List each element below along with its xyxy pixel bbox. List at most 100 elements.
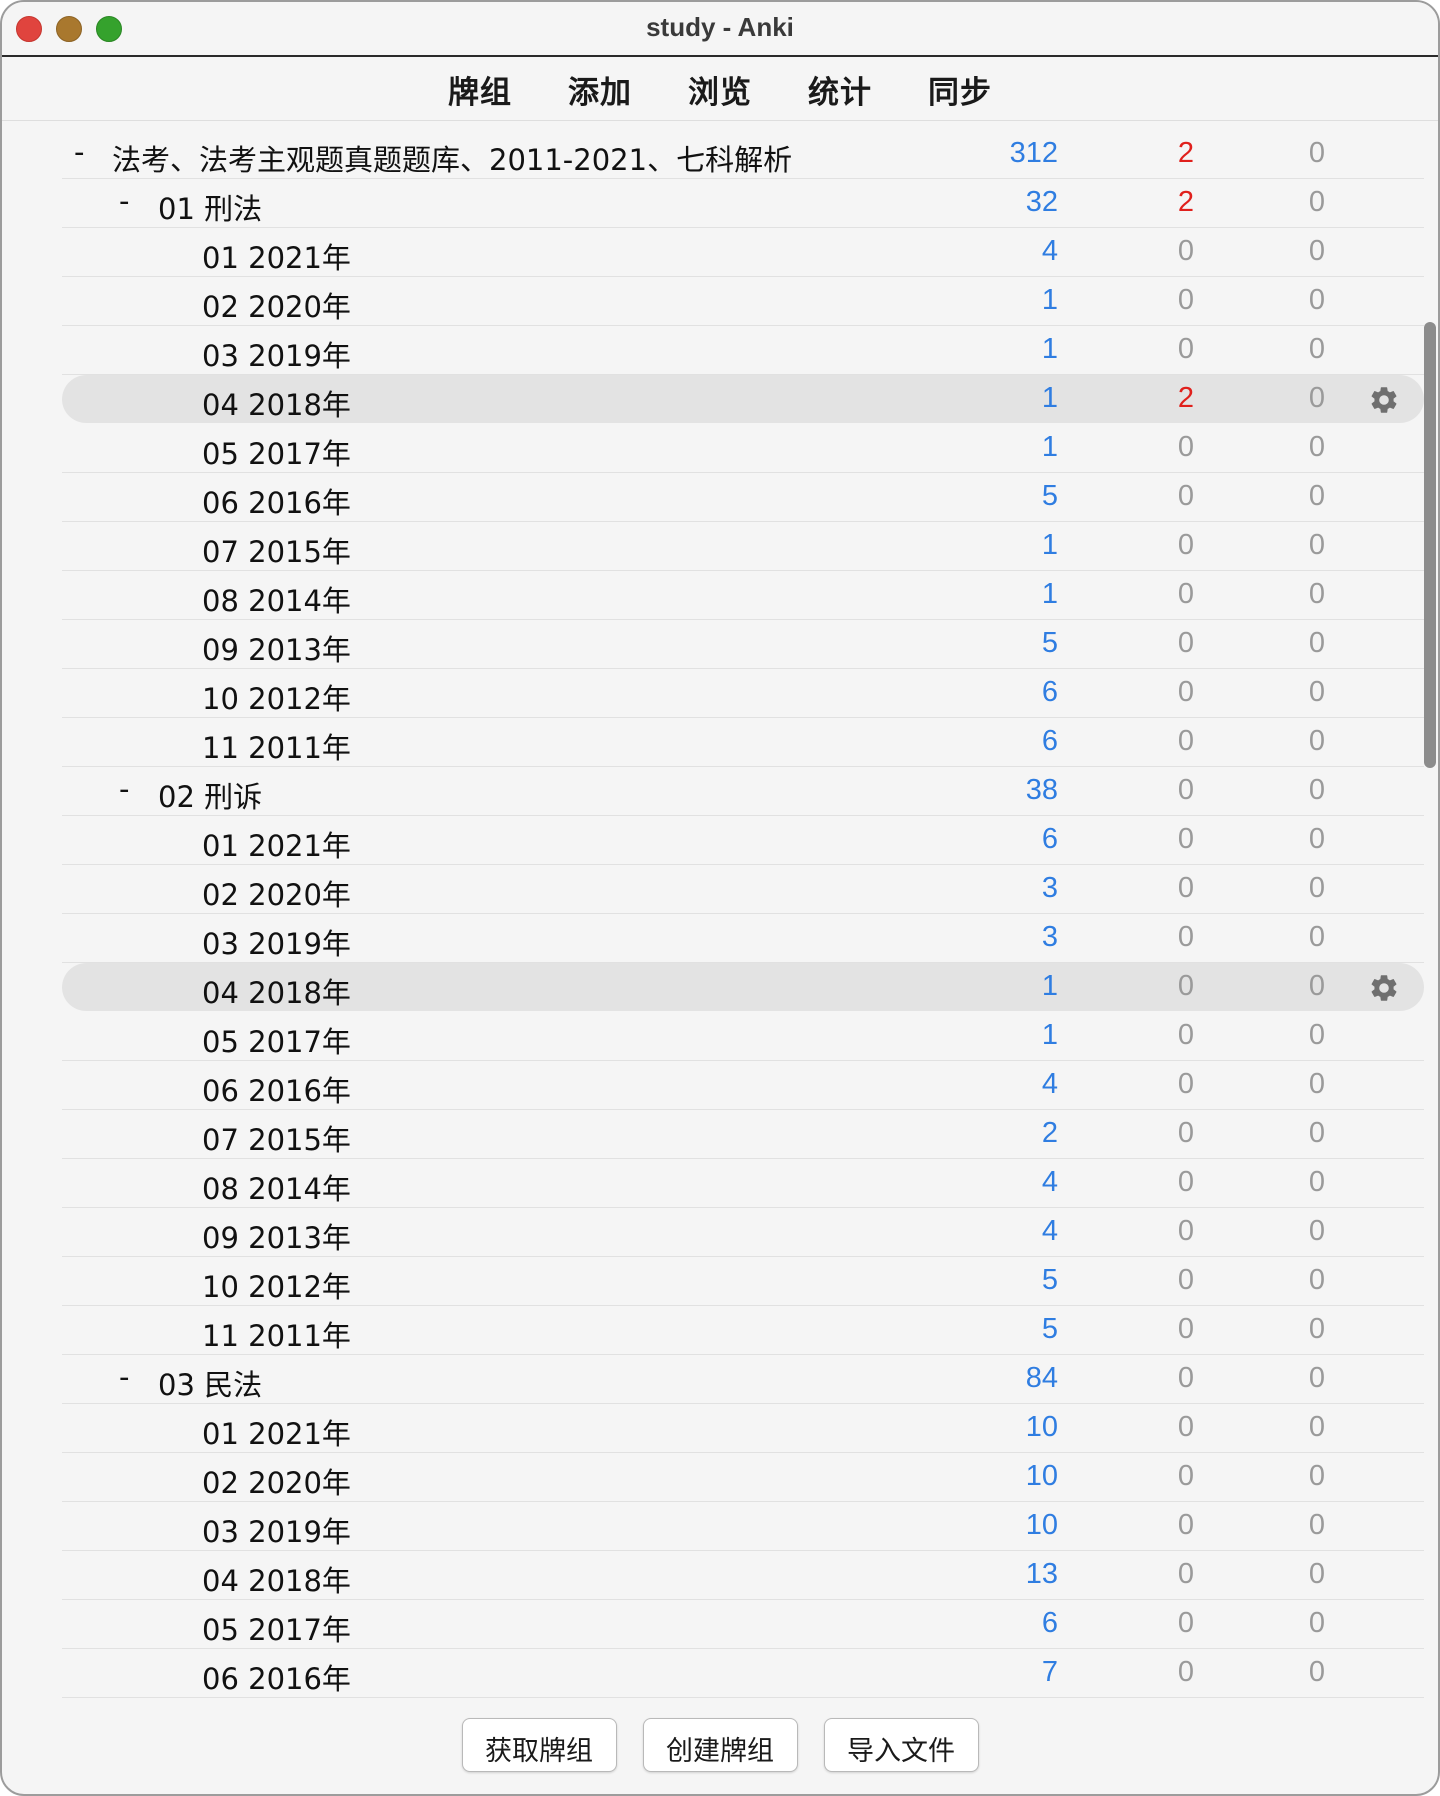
review-count: 0 — [1308, 1558, 1325, 1590]
deck-name-link[interactable]: 02 2020年 — [202, 872, 351, 914]
review-count: 0 — [1308, 431, 1325, 463]
review-count: 0 — [1308, 235, 1325, 267]
learn-count: 0 — [1177, 1166, 1194, 1198]
deck-name-link[interactable]: 09 2013年 — [202, 627, 351, 669]
deck-name-link[interactable]: 09 2013年 — [202, 1215, 351, 1257]
learn-count: 0 — [1177, 872, 1194, 904]
learn-count: 0 — [1177, 1607, 1194, 1639]
deck-row[interactable]: 07 2015年 2 0 0 — [62, 1110, 1424, 1159]
deck-row[interactable]: 04 2018年 13 0 0 — [62, 1551, 1424, 1600]
deck-name-link[interactable]: 01 2021年 — [202, 235, 351, 277]
deck-row[interactable]: 01 2021年 10 0 0 — [62, 1404, 1424, 1453]
deck-row[interactable]: 01 2021年 6 0 0 — [62, 816, 1424, 865]
deck-row[interactable]: -01 刑法 32 2 0 — [62, 179, 1424, 228]
deck-row[interactable]: 05 2017年 6 0 0 — [62, 1600, 1424, 1649]
deck-row[interactable]: 03 2019年 10 0 0 — [62, 1502, 1424, 1551]
collapse-toggle[interactable]: - — [119, 184, 129, 218]
learn-count: 0 — [1177, 431, 1194, 463]
deck-row[interactable]: 02 2020年 10 0 0 — [62, 1453, 1424, 1502]
deck-row[interactable]: 06 2016年 4 0 0 — [62, 1061, 1424, 1110]
deck-list: - 法考、法考主观题真题题库、2011-2021、七科解析 312 2 0-01 刑法 3… — [62, 130, 1424, 1698]
deck-row[interactable]: 02 2020年 1 0 0 — [62, 277, 1424, 326]
review-count: 0 — [1308, 823, 1325, 855]
deck-row[interactable]: -03 民法 84 0 0 — [62, 1355, 1424, 1404]
import-file-button[interactable]: 导入文件 — [823, 1718, 979, 1772]
deck-row[interactable]: 10 2012年 5 0 0 — [62, 1257, 1424, 1306]
toolbar-sync-button[interactable]: 同步 — [928, 67, 992, 112]
window-title: study - Anki — [646, 12, 794, 42]
deck-row[interactable]: 08 2014年 4 0 0 — [62, 1159, 1424, 1208]
deck-row[interactable]: 10 2012年 6 0 0 — [62, 669, 1424, 718]
toolbar-add-button[interactable]: 添加 — [568, 67, 632, 112]
toolbar-decks-button[interactable]: 牌组 — [448, 67, 512, 112]
deck-row[interactable]: 07 2015年 1 0 0 — [62, 522, 1424, 571]
deck-name-link[interactable]: 10 2012年 — [202, 1264, 351, 1306]
deck-name-link[interactable]: 04 2018年 — [202, 970, 351, 1012]
deck-row[interactable]: 02 2020年 3 0 0 — [62, 865, 1424, 914]
deck-row[interactable]: -02 刑诉 38 0 0 — [62, 767, 1424, 816]
deck-name-link[interactable]: 02 2020年 — [202, 284, 351, 326]
deck-name-link[interactable]: 06 2016年 — [202, 1068, 351, 1110]
deck-name-link[interactable]: 08 2014年 — [202, 578, 351, 620]
new-count: 84 — [1025, 1362, 1058, 1394]
deck-name-link[interactable]: 06 2016年 — [202, 480, 351, 522]
deck-row[interactable]: 04 2018年 1 0 0 — [62, 963, 1424, 1012]
vertical-scrollbar[interactable] — [1424, 322, 1436, 768]
deck-name-link[interactable]: 10 2012年 — [202, 676, 351, 718]
toolbar-stats-button[interactable]: 统计 — [808, 67, 872, 112]
deck-name-link[interactable]: 01 2021年 — [202, 1411, 351, 1453]
gear-icon[interactable] — [1368, 384, 1400, 416]
deck-name-link[interactable]: 08 2014年 — [202, 1166, 351, 1208]
review-count: 0 — [1308, 284, 1325, 316]
deck-name-link[interactable]: 02 2020年 — [202, 1460, 351, 1502]
deck-name-link[interactable]: 06 2016年 — [202, 1656, 351, 1698]
get-shared-decks-button[interactable]: 获取牌组 — [461, 1718, 617, 1772]
deck-row[interactable]: - 法考、法考主观题真题题库、2011-2021、七科解析 312 2 0 — [62, 130, 1424, 179]
deck-row[interactable]: 09 2013年 5 0 0 — [62, 620, 1424, 669]
deck-row[interactable]: 03 2019年 1 0 0 — [62, 326, 1424, 375]
deck-row[interactable]: 11 2011年 5 0 0 — [62, 1306, 1424, 1355]
title-bar[interactable]: study - Anki — [2, 2, 1438, 57]
deck-row[interactable]: 09 2013年 4 0 0 — [62, 1208, 1424, 1257]
deck-row[interactable]: 01 2021年 4 0 0 — [62, 228, 1424, 277]
deck-name-link[interactable]: 01 刑法 — [158, 186, 262, 228]
deck-row[interactable]: 11 2011年 6 0 0 — [62, 718, 1424, 767]
deck-name-link[interactable]: 05 2017年 — [202, 431, 351, 473]
deck-row[interactable]: 06 2016年 5 0 0 — [62, 473, 1424, 522]
collapse-toggle[interactable]: - — [119, 772, 129, 806]
learn-count: 0 — [1177, 1019, 1194, 1051]
new-count: 38 — [1025, 774, 1058, 806]
deck-row[interactable]: 05 2017年 1 0 0 — [62, 1012, 1424, 1061]
deck-name-link[interactable]: 03 民法 — [158, 1362, 262, 1404]
new-count: 1 — [1041, 1019, 1058, 1051]
deck-name-link[interactable]: 01 2021年 — [202, 823, 351, 865]
learn-count: 2 — [1177, 382, 1194, 414]
review-count: 0 — [1308, 480, 1325, 512]
collapse-toggle[interactable]: - — [119, 1360, 129, 1394]
gear-icon[interactable] — [1368, 972, 1400, 1004]
collapse-toggle[interactable]: - — [74, 135, 84, 169]
deck-name-link[interactable]: 03 2019年 — [202, 921, 351, 963]
deck-name-link[interactable]: 03 2019年 — [202, 1509, 351, 1551]
deck-row[interactable]: 08 2014年 1 0 0 — [62, 571, 1424, 620]
deck-row[interactable]: 03 2019年 3 0 0 — [62, 914, 1424, 963]
toolbar-browse-button[interactable]: 浏览 — [688, 67, 752, 112]
deck-row[interactable]: 05 2017年 1 0 0 — [62, 424, 1424, 473]
deck-name-link[interactable]: 07 2015年 — [202, 529, 351, 571]
learn-count: 0 — [1177, 235, 1194, 267]
deck-name-link[interactable]: 07 2015年 — [202, 1117, 351, 1159]
deck-name-link[interactable]: 03 2019年 — [202, 333, 351, 375]
deck-name-link[interactable]: 05 2017年 — [202, 1019, 351, 1061]
deck-name-link[interactable]: 11 2011年 — [202, 725, 351, 767]
bottom-button-bar: 获取牌组 创建牌组 导入文件 — [2, 1718, 1438, 1772]
deck-name-link[interactable]: 02 刑诉 — [158, 774, 262, 816]
deck-row[interactable]: 06 2016年 7 0 0 — [62, 1649, 1424, 1698]
deck-name-link[interactable]: 05 2017年 — [202, 1607, 351, 1649]
deck-name-link[interactable]: 04 2018年 — [202, 1558, 351, 1600]
deck-name-link[interactable]: 11 2011年 — [202, 1313, 351, 1355]
deck-name-link[interactable]: 04 2018年 — [202, 382, 351, 424]
deck-name-link[interactable]: 法考、法考主观题真题题库、2011-2021、七科解析 — [112, 137, 792, 179]
new-count: 4 — [1041, 1068, 1058, 1100]
create-deck-button[interactable]: 创建牌组 — [642, 1718, 798, 1772]
deck-row[interactable]: 04 2018年 1 2 0 — [62, 375, 1424, 424]
